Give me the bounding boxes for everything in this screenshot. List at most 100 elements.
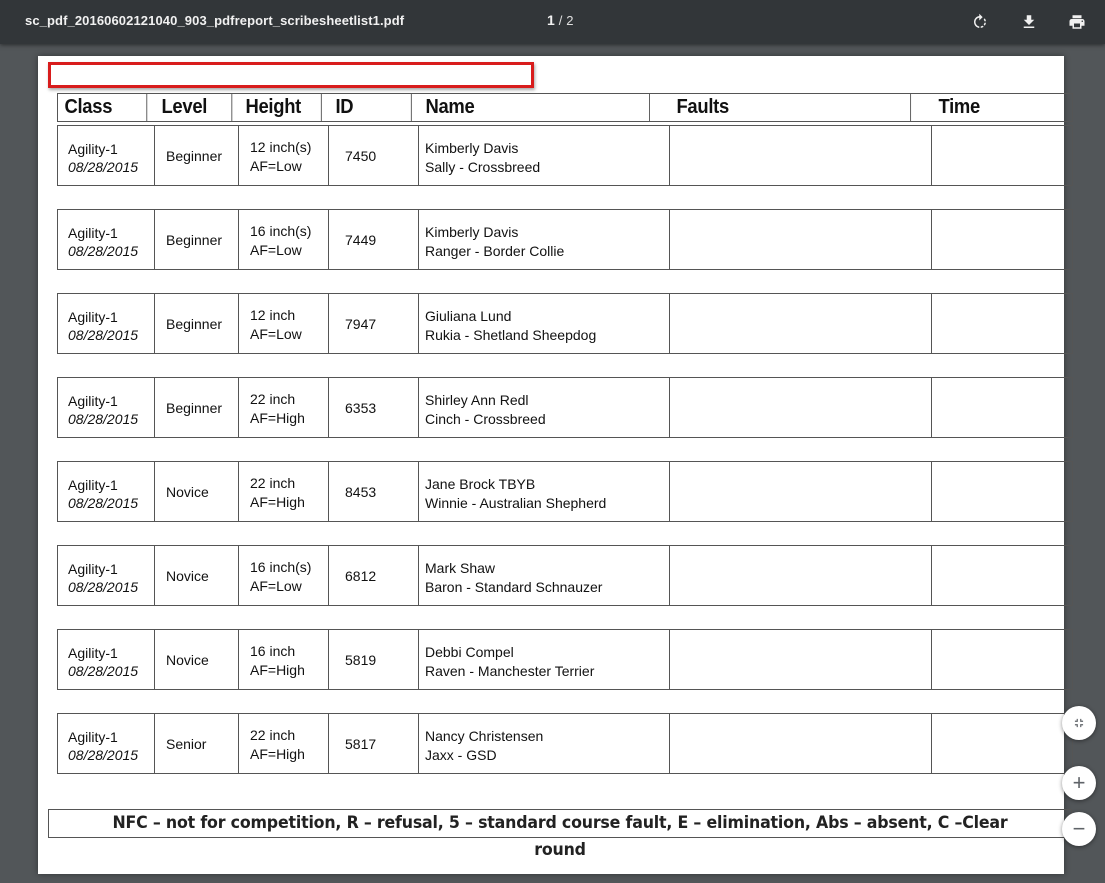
time-cell xyxy=(932,378,1072,437)
rotate-button[interactable] xyxy=(968,10,992,34)
name-cell: Jane Brock TBYB Winnie - Australian Sheph… xyxy=(419,462,670,521)
trial-date: 08/28/2015 xyxy=(68,159,139,175)
af-value: AF=Low xyxy=(250,578,302,594)
height-cell: 22 inch AF=High xyxy=(239,378,329,437)
total-pages: 2 xyxy=(566,13,574,28)
time-cell xyxy=(932,210,1072,269)
pdf-page: Class Level Height ID Name Faults Time A… xyxy=(38,56,1073,874)
handler-name: Mark Shaw xyxy=(425,560,496,576)
level-value: Novice xyxy=(166,483,209,500)
af-value: AF=High xyxy=(250,410,305,426)
zoom-in-button[interactable]: + xyxy=(1062,766,1096,800)
level-value: Beginner xyxy=(166,231,223,248)
class-cell: Agility-1 08/28/2015 xyxy=(58,378,155,437)
download-button[interactable] xyxy=(1017,10,1041,34)
id-cell: 6812 xyxy=(329,546,419,605)
level-cell: Beginner xyxy=(155,210,239,269)
dog-name: Raven - Manchester Terrier xyxy=(425,663,595,679)
level-cell: Novice xyxy=(155,462,239,521)
handler-name: Giuliana Lund xyxy=(425,308,512,324)
class-name: Agility-1 xyxy=(68,561,118,577)
trial-date: 08/28/2015 xyxy=(68,327,139,343)
table-row: Agility-1 08/28/2015 Beginner 12 inch(s) AF=… xyxy=(57,125,1073,186)
id-cell: 5817 xyxy=(329,714,419,773)
table-row: Agility-1 08/28/2015 Beginner 12 inch AF=Low… xyxy=(57,293,1073,354)
dog-name: Baron - Standard Schnauzer xyxy=(425,579,603,595)
faults-cell xyxy=(670,126,932,185)
id-cell: 7947 xyxy=(329,294,419,353)
level-value: Beginner xyxy=(166,399,223,416)
height-cell: 16 inch(s) AF=Low xyxy=(239,210,329,269)
class-cell: Agility-1 08/28/2015 xyxy=(58,462,155,521)
name-cell: Kimberly Davis Sally - Crossbreed xyxy=(419,126,670,185)
id-cell: 7449 xyxy=(329,210,419,269)
height-cell: 12 inch(s) AF=Low xyxy=(239,126,329,185)
handler-name: Jane Brock TBYB xyxy=(425,476,536,492)
class-name: Agility-1 xyxy=(68,645,118,661)
af-value: AF=High xyxy=(250,494,305,510)
entry-id: 6353 xyxy=(345,399,377,416)
class-name: Agility-1 xyxy=(68,477,118,493)
jump-height: 16 inch(s) xyxy=(250,223,312,239)
class-cell: Agility-1 08/28/2015 xyxy=(58,630,155,689)
trial-date: 08/28/2015 xyxy=(68,747,139,763)
height-cell: 16 inch(s) AF=Low xyxy=(239,546,329,605)
print-icon xyxy=(1069,15,1085,29)
name-cell: Mark Shaw Baron - Standard Schnauzer xyxy=(419,546,670,605)
zoom-out-button[interactable]: − xyxy=(1062,812,1096,846)
legend-footnote: NFC – not for competition, R – refusal, … xyxy=(48,809,1072,860)
table-row: Agility-1 08/28/2015 Novice 22 inch AF=High 8… xyxy=(57,461,1073,522)
level-cell: Beginner xyxy=(155,378,239,437)
time-cell xyxy=(932,714,1072,773)
table-row: Agility-1 08/28/2015 Beginner 16 inch(s) AF=… xyxy=(57,209,1073,270)
handler-name: Nancy Christensen xyxy=(425,728,544,744)
trial-date: 08/28/2015 xyxy=(68,663,139,679)
handler-name: Kimberly Davis xyxy=(425,140,519,156)
class-cell: Agility-1 08/28/2015 xyxy=(58,294,155,353)
level-cell: Novice xyxy=(155,630,239,689)
current-page-number[interactable]: 1 xyxy=(547,12,555,28)
name-cell: Shirley Ann Redl Cinch - Crossbreed xyxy=(419,378,670,437)
id-cell: 5819 xyxy=(329,630,419,689)
time-cell xyxy=(932,126,1072,185)
level-cell: Beginner xyxy=(155,294,239,353)
class-name: Agility-1 xyxy=(68,309,118,325)
fit-to-page-icon xyxy=(1074,718,1084,728)
level-value: Beginner xyxy=(166,147,223,164)
faults-cell xyxy=(670,714,932,773)
class-cell: Agility-1 08/28/2015 xyxy=(58,210,155,269)
id-cell: 7450 xyxy=(329,126,419,185)
zoom-out-icon: − xyxy=(1072,816,1086,841)
entry-id: 8453 xyxy=(345,483,377,500)
level-value: Beginner xyxy=(166,315,223,332)
class-name: Agility-1 xyxy=(68,393,118,409)
af-value: AF=Low xyxy=(250,326,302,342)
entry-id: 5817 xyxy=(345,735,377,752)
header-name: Name xyxy=(419,94,650,121)
jump-height: 22 inch xyxy=(250,475,296,491)
trial-date: 08/28/2015 xyxy=(68,243,139,259)
table-row: Agility-1 08/28/2015 Novice 16 inch(s) AF=Lo… xyxy=(57,545,1073,606)
jump-height: 22 inch xyxy=(250,391,296,407)
entry-id: 7449 xyxy=(345,231,377,248)
handler-name: Shirley Ann Redl xyxy=(425,392,529,408)
table-row: Agility-1 08/28/2015 Beginner 22 inch AF=Hig… xyxy=(57,377,1073,438)
entry-id: 5819 xyxy=(345,651,377,668)
level-value: Novice xyxy=(166,567,209,584)
class-cell: Agility-1 08/28/2015 xyxy=(58,714,155,773)
print-button[interactable] xyxy=(1065,10,1089,34)
jump-height: 16 inch xyxy=(250,643,296,659)
dog-name: Jaxx - GSD xyxy=(425,747,497,763)
header-faults: Faults xyxy=(670,94,912,121)
af-value: AF=Low xyxy=(250,158,302,174)
header-time: Time xyxy=(938,96,980,118)
level-cell: Beginner xyxy=(155,126,239,185)
jump-height: 12 inch(s) xyxy=(250,139,312,155)
name-cell: Giuliana Lund Rukia - Shetland Sheepdog xyxy=(419,294,670,353)
faults-cell xyxy=(670,546,932,605)
faults-cell xyxy=(670,210,932,269)
id-cell: 8453 xyxy=(329,462,419,521)
fit-to-page-button[interactable] xyxy=(1062,706,1096,740)
level-cell: Novice xyxy=(155,546,239,605)
class-cell: Agility-1 08/28/2015 xyxy=(58,126,155,185)
